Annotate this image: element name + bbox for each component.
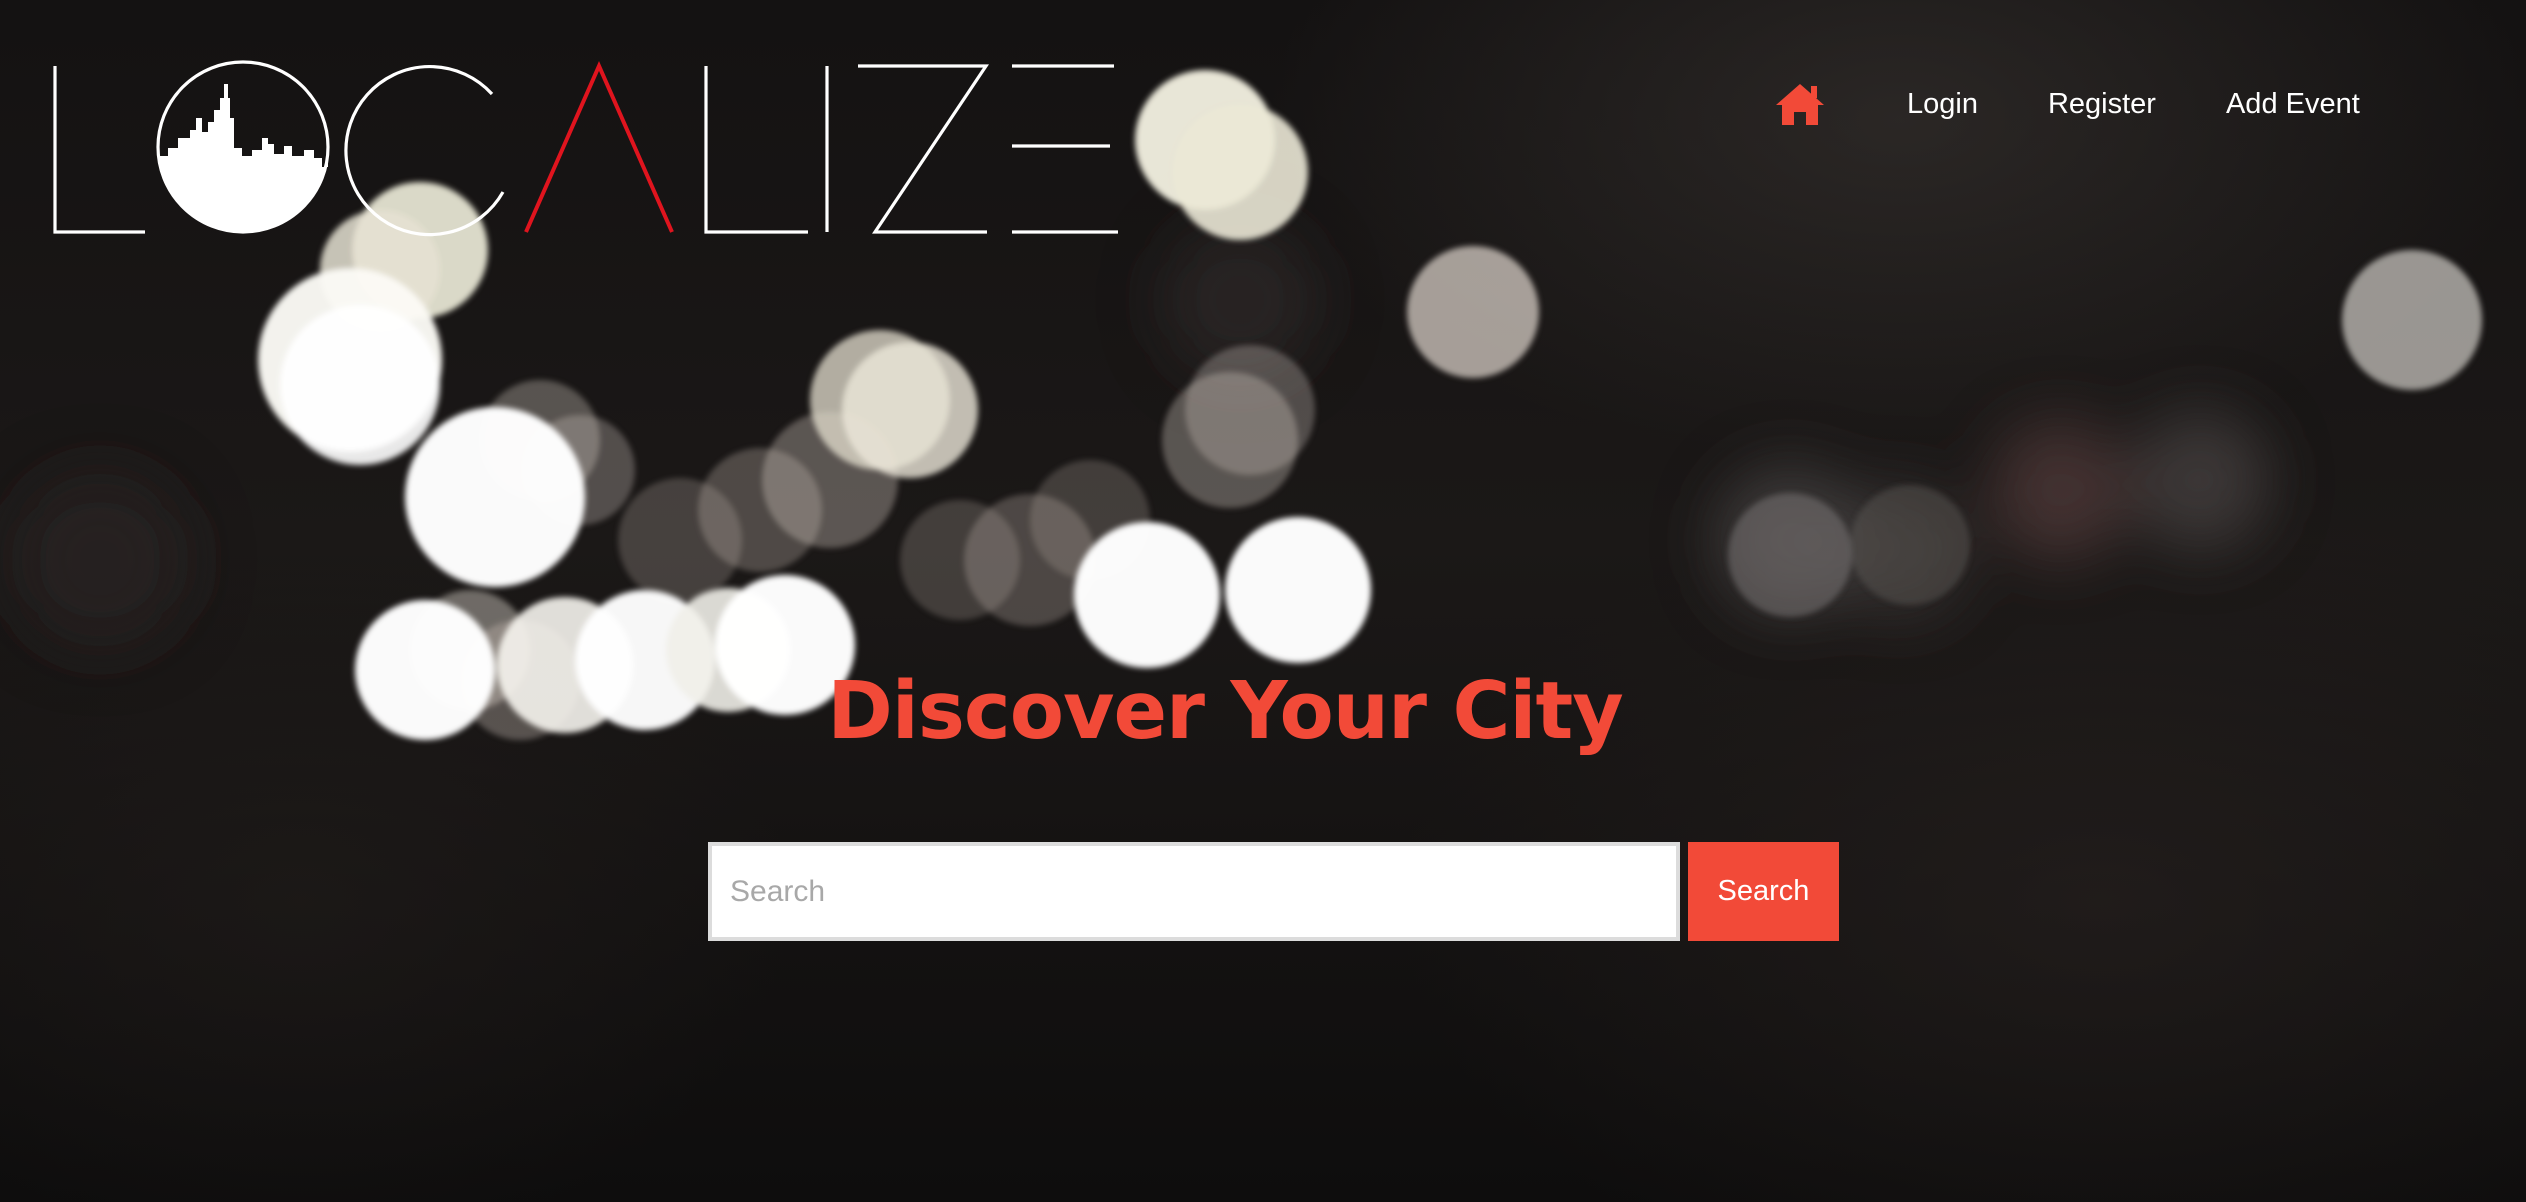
top-nav: Login Register Add Event — [1770, 64, 2395, 144]
search-input[interactable] — [708, 842, 1680, 941]
search-button[interactable]: Search — [1688, 842, 1839, 941]
home-button[interactable] — [1770, 74, 1830, 134]
nav-register-link[interactable]: Register — [2048, 88, 2156, 121]
localize-logo[interactable] — [52, 58, 1124, 240]
nav-login-link[interactable]: Login — [1907, 88, 1978, 121]
hero-headline: Discover Your City — [827, 665, 1624, 757]
nav-add-event-link[interactable]: Add Event — [2226, 88, 2360, 121]
home-icon — [1776, 84, 1824, 125]
hero-section: Login Register Add Event Discover Your C… — [0, 0, 2526, 1202]
